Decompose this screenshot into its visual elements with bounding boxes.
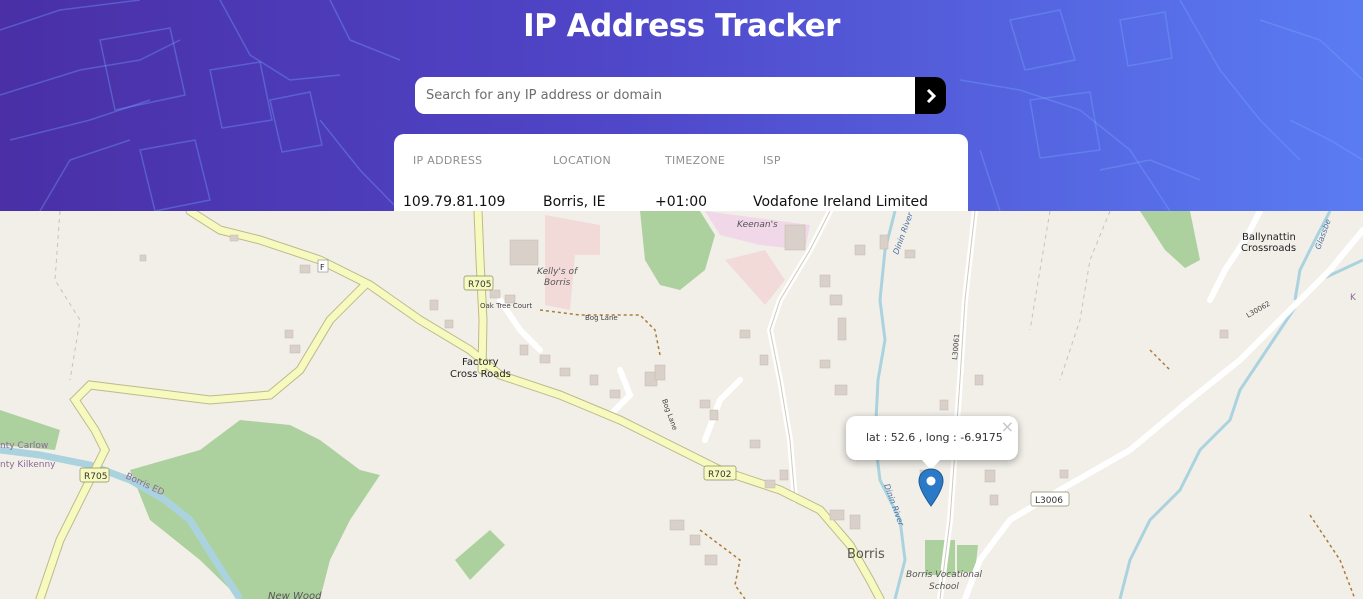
timezone-label: TIMEZONE [665, 154, 726, 167]
map-label-county-carlow: nty Carlow [0, 441, 48, 451]
popup-coordinates: lat : 52.6 , long : -6.9175 [866, 431, 1003, 444]
map[interactable]: R705 R705 R702 L3006 L30061 L30062 Oak T… [0, 211, 1363, 599]
map-label-school-2: School [929, 582, 959, 592]
map-label-factory: Factory [462, 357, 499, 368]
isp-label: ISP [763, 154, 781, 167]
page-title: IP Address Tracker [523, 8, 840, 44]
search-input[interactable] [415, 77, 915, 114]
ip-address-label: IP ADDRESS [413, 154, 483, 167]
map-pin-icon [918, 468, 944, 507]
map-label-bog-lane: Bog Lane [585, 314, 618, 322]
map-label-kellys-2: Borris [544, 278, 571, 288]
search-bar [415, 77, 946, 114]
map-label-l3006: L3006 [1035, 496, 1063, 506]
map-label-crossroads: Crossroads [1241, 243, 1296, 254]
map-label-r702: R702 [708, 470, 731, 480]
isp-value: Vodafone Ireland Limited [753, 194, 929, 210]
map-label-r705-west: R705 [84, 472, 107, 482]
map-label-ballynattin: Ballynattin [1242, 232, 1296, 243]
map-label-borris: Borris [847, 547, 885, 562]
map-label-keenans: Keenan's [737, 220, 778, 230]
map-popup: lat : 52.6 , long : -6.9175 × [846, 416, 1018, 470]
popup-close-button[interactable]: × [1001, 419, 1014, 435]
search-submit-button[interactable] [915, 77, 946, 114]
header: IP Address Tracker IP ADDRESS 109.79.81.… [0, 0, 1363, 211]
map-label-oak-tree: Oak Tree Court [480, 302, 532, 310]
map-label-cross-roads: Cross Roads [450, 369, 511, 380]
timezone-value: +01:00 [655, 194, 708, 210]
map-label-f: F [320, 263, 325, 272]
map-label-county-kilkenny: nty Kilkenny [0, 460, 56, 470]
map-label-school: Borris Vocational [906, 570, 982, 580]
chevron-right-icon [926, 88, 936, 103]
map-label-r705-north: R705 [468, 280, 491, 290]
map-label-new-wood: New Wood [268, 591, 322, 599]
map-tiles[interactable]: R705 R705 R702 L3006 L30061 L30062 Oak T… [0, 211, 1363, 599]
location-value: Borris, IE [543, 194, 606, 210]
map-label-kellys: Kelly's of [537, 267, 579, 277]
location-marker[interactable] [918, 468, 944, 512]
ip-address-value: 109.79.81.109 [403, 194, 506, 210]
ip-info-card: IP ADDRESS 109.79.81.109 LOCATION Borris… [394, 134, 968, 211]
location-label: LOCATION [553, 154, 611, 167]
